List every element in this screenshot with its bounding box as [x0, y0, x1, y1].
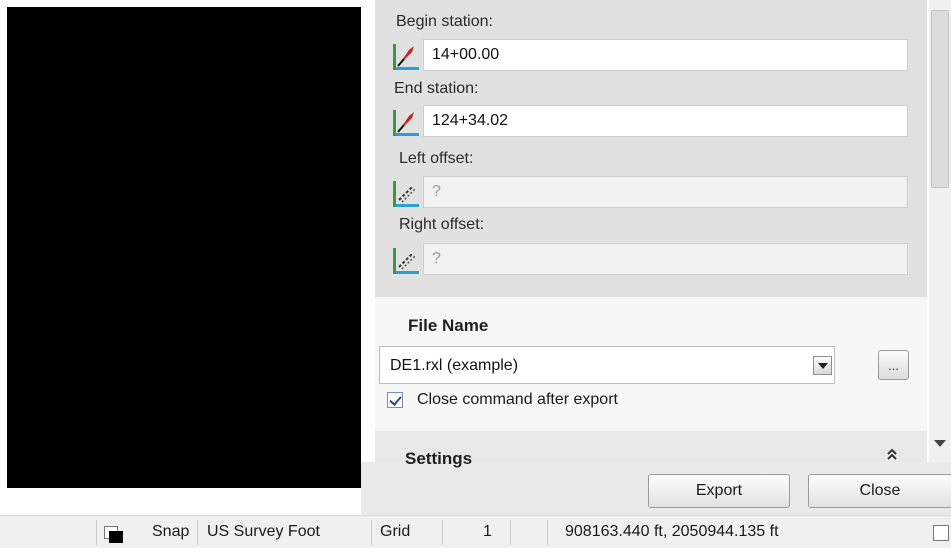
- file-name-select[interactable]: DE1.rxl (example): [379, 346, 835, 384]
- close-after-export-checkbox[interactable]: [387, 392, 403, 408]
- export-button[interactable]: Export: [648, 474, 790, 508]
- close-button[interactable]: Close: [808, 474, 951, 508]
- snap-toggle[interactable]: Snap: [152, 516, 189, 548]
- status-divider: [96, 520, 97, 545]
- end-station-input[interactable]: 124+34.02: [423, 105, 908, 137]
- offset-pick-icon[interactable]: [391, 178, 421, 208]
- status-bar: Snap US Survey Foot Grid 1 908163.440 ft…: [0, 515, 951, 548]
- begin-station-label: Begin station:: [396, 13, 493, 30]
- status-divider: [371, 520, 372, 545]
- right-offset-input[interactable]: ?: [423, 243, 908, 275]
- status-divider: [510, 520, 511, 545]
- status-divider: [547, 520, 548, 545]
- begin-station-input[interactable]: 14+00.00: [423, 39, 908, 71]
- grid-value: 1: [483, 523, 492, 540]
- settings-heading[interactable]: Settings: [405, 449, 472, 469]
- end-station-row: 124+34.02: [391, 105, 911, 139]
- file-name-heading: File Name: [408, 316, 489, 335]
- station-pick-icon[interactable]: [391, 107, 421, 137]
- coordinate-readout: 908163.440 ft, 2050944.135 ft: [565, 523, 779, 540]
- close-after-export-label[interactable]: Close command after export: [417, 391, 618, 409]
- status-divider: [442, 520, 443, 545]
- end-station-label: End station:: [394, 80, 479, 97]
- export-panel: Begin station: 14+00.00 End station: 124…: [361, 0, 951, 515]
- station-pick-icon[interactable]: [391, 41, 421, 71]
- status-checkbox[interactable]: [933, 525, 949, 541]
- left-offset-input[interactable]: ?: [423, 176, 908, 208]
- scroll-down-icon[interactable]: [934, 440, 946, 447]
- active-color-swatch[interactable]: [104, 526, 123, 543]
- begin-station-row: 14+00.00: [391, 39, 911, 73]
- status-divider: [197, 520, 198, 545]
- units-indicator[interactable]: US Survey Foot: [207, 516, 320, 548]
- file-name-selected: DE1.rxl (example): [390, 357, 519, 374]
- panel-scrollbar[interactable]: [929, 0, 951, 462]
- grid-toggle[interactable]: Grid: [380, 516, 410, 548]
- left-offset-row: ?: [391, 176, 911, 210]
- scrollbar-thumb[interactable]: [931, 10, 949, 188]
- right-offset-label: Right offset:: [399, 216, 485, 233]
- collapse-icon[interactable]: [886, 448, 898, 461]
- drawing-viewport[interactable]: [7, 7, 361, 488]
- offset-pick-icon[interactable]: [391, 245, 421, 275]
- chevron-down-icon[interactable]: [813, 356, 832, 375]
- browse-button[interactable]: ...: [878, 350, 909, 380]
- right-offset-row: ?: [391, 243, 911, 277]
- left-offset-label: Left offset:: [399, 150, 474, 167]
